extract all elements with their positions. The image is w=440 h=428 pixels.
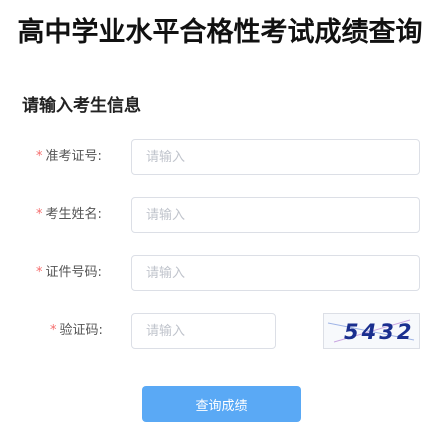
candidate-name-label: * 考生姓名: [36,197,102,233]
captcha-graphic: 5432 [327,319,415,344]
page-title: 高中学业水平合格性考试成绩查询 [17,17,423,48]
required-mark: * [36,149,43,164]
form-heading: 请输入考生信息 [22,96,141,116]
id-number-label-text: 证件号码: [45,265,102,280]
captcha-text: 5432 [344,320,414,344]
ticket-number-label: * 准考证号: [36,139,102,175]
id-number-input[interactable] [131,255,420,291]
required-mark: * [36,265,43,280]
required-mark: * [50,323,57,338]
ticket-number-label-text: 准考证号: [45,149,102,164]
required-mark: * [36,207,43,222]
candidate-name-label-text: 考生姓名: [45,207,102,222]
score-query-page: 高中学业水平合格性考试成绩查询 请输入考生信息 *准考证号: *考生姓名: *证… [0,0,440,428]
query-score-button[interactable]: 查询成绩 [142,386,301,422]
ticket-number-input[interactable] [131,139,420,175]
candidate-name-input[interactable] [131,197,420,233]
captcha-label-text: 验证码: [59,323,103,338]
captcha-input[interactable] [131,313,276,349]
captcha-image[interactable]: 5432 [323,313,420,349]
captcha-label: * 验证码: [50,313,103,349]
id-number-label: * 证件号码: [36,255,102,291]
